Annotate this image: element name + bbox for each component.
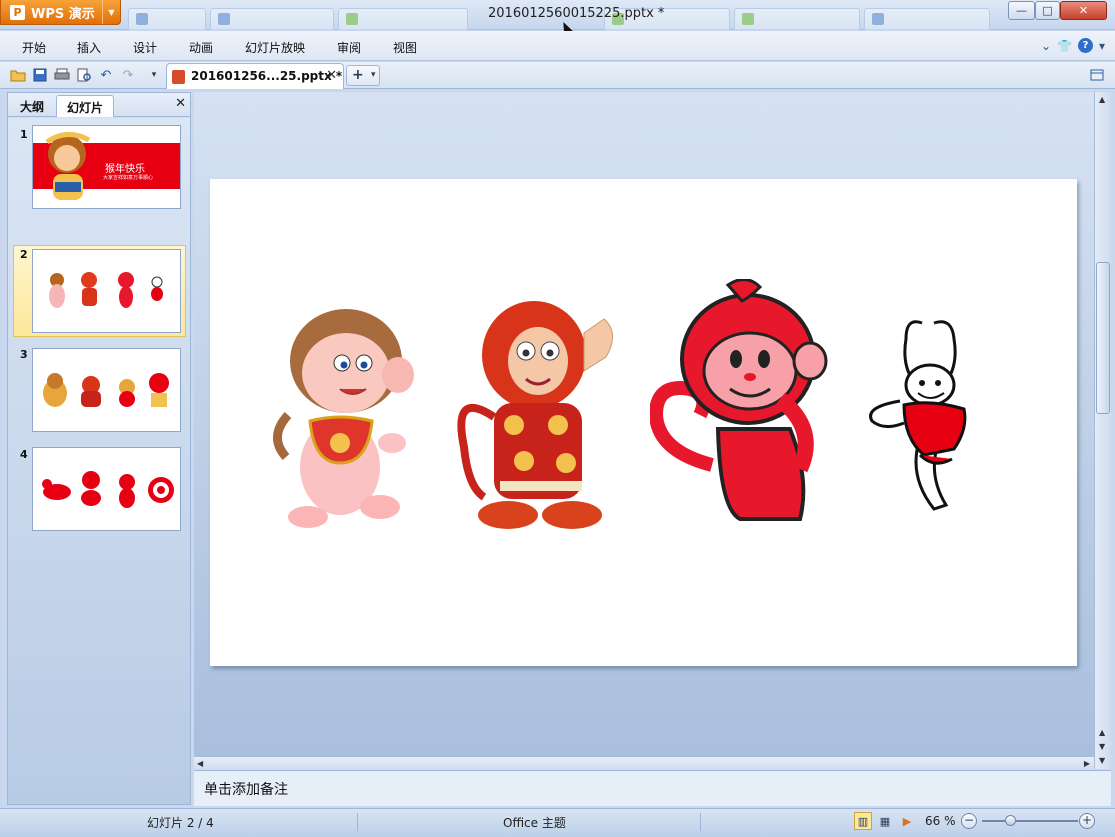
slide-counter: 幻灯片 2 / 4: [147, 816, 214, 830]
menu-animation[interactable]: 动画: [189, 39, 213, 56]
background-window-tab[interactable]: [128, 8, 206, 30]
menu-design[interactable]: 设计: [133, 39, 157, 56]
chevron-down-icon[interactable]: ⌄: [1041, 39, 1051, 53]
thumbnail-number: 1: [20, 128, 28, 141]
minimize-button[interactable]: —: [1008, 1, 1035, 20]
menu-insert[interactable]: 插入: [77, 39, 101, 56]
zoom-slider-thumb[interactable]: [1005, 815, 1016, 826]
chevron-down-icon[interactable]: ▾: [1099, 39, 1105, 53]
scroll-down-icon[interactable]: ▼: [1099, 742, 1105, 751]
undo-icon[interactable]: ↶: [98, 67, 114, 83]
background-window-tab[interactable]: [864, 8, 990, 30]
slide-panel: 大纲 幻灯片 ✕ 1 猴年快乐 大家吉祥如意万事顺心 2 3 4: [7, 92, 191, 805]
menu-slideshow[interactable]: 幻灯片放映: [245, 39, 305, 56]
vertical-scroll-thumb[interactable]: [1096, 262, 1110, 414]
tab-slides[interactable]: 幻灯片: [56, 95, 115, 117]
close-window-button[interactable]: ✕: [1060, 1, 1107, 20]
theme-name: Office 主题: [503, 816, 566, 830]
scroll-down-icon[interactable]: ▼: [1099, 756, 1105, 765]
dancing-monkey-image[interactable]: [864, 319, 979, 514]
chevron-down-icon[interactable]: ▾: [371, 70, 376, 80]
notes-pane[interactable]: 单击添加备注: [194, 770, 1111, 806]
status-divider: [700, 813, 701, 831]
app-name-label: WPS 演示: [31, 6, 95, 22]
slide-thumbnail-3[interactable]: [32, 348, 181, 432]
baby-monkey-image[interactable]: [268, 297, 418, 532]
slide-thumbnail-1[interactable]: 猴年快乐 大家吉祥如意万事顺心: [32, 125, 181, 209]
slide-sorter-icon[interactable]: ▦: [876, 812, 894, 830]
wps-app-menu-button[interactable]: P WPS 演示 ▼: [0, 0, 121, 25]
print-preview-icon[interactable]: [76, 67, 92, 83]
menu-right-tools: ⌄ 👕 ? ▾: [1041, 38, 1105, 53]
close-icon[interactable]: ✕: [175, 96, 186, 111]
title-bar: P WPS 演示 ▼ 2016012560015225.pptx * — □ ✕: [0, 0, 1115, 42]
document-tab-label: 201601256...25.pptx *: [191, 69, 343, 83]
redo-icon[interactable]: ↷: [120, 67, 136, 83]
wps-logo-icon: P: [10, 4, 25, 20]
menu-bar: 开始 插入 设计 动画 幻灯片放映 审阅 视图 ⌄ 👕 ? ▾: [0, 31, 1115, 61]
normal-view-icon[interactable]: ▥: [854, 812, 872, 830]
plus-icon: +: [352, 67, 364, 83]
ppt-file-icon: [172, 70, 185, 84]
close-icon[interactable]: ✕: [326, 68, 337, 83]
background-window-tab[interactable]: [338, 8, 468, 30]
customize-toolbar-icon[interactable]: ▾: [146, 67, 162, 83]
thumbnail-list: 1 猴年快乐 大家吉祥如意万事顺心 2 3 4: [8, 118, 190, 804]
scroll-up-icon[interactable]: ▲: [1099, 728, 1105, 737]
tab-outline[interactable]: 大纲: [10, 95, 54, 117]
document-tab[interactable]: 201601256...25.pptx * ✕: [166, 63, 344, 89]
slide-thumbnail-2[interactable]: [32, 249, 181, 333]
zoom-in-button[interactable]: +: [1079, 813, 1095, 829]
thumbnail-caption: 猴年快乐: [105, 164, 145, 175]
slideshow-icon[interactable]: ▶: [898, 812, 916, 830]
vertical-scrollbar[interactable]: ▲ ▲ ▼ ▼: [1094, 92, 1111, 769]
horizontal-scrollbar[interactable]: ◀ ▶: [194, 756, 1094, 770]
print-icon[interactable]: [54, 67, 70, 83]
background-window-tab[interactable]: [210, 8, 334, 30]
traditional-costume-monkey-image[interactable]: [454, 297, 624, 529]
help-icon[interactable]: ?: [1077, 38, 1093, 53]
zoom-slider-track[interactable]: [982, 820, 1078, 822]
notes-placeholder[interactable]: 单击添加备注: [204, 779, 288, 799]
slide-edit-area: [194, 92, 1094, 756]
scroll-up-icon[interactable]: ▲: [1099, 95, 1105, 104]
document-title: 2016012560015225.pptx *: [488, 6, 665, 21]
current-slide-canvas[interactable]: [210, 179, 1077, 666]
menu-view[interactable]: 视图: [393, 39, 417, 56]
save-icon[interactable]: [32, 67, 48, 83]
thumbnail-number: 3: [20, 348, 28, 361]
thumbnail-subcaption: 大家吉祥如意万事顺心: [103, 175, 154, 181]
slide-panel-tabs: 大纲 幻灯片 ✕: [8, 93, 190, 117]
open-folder-icon[interactable]: [10, 67, 26, 83]
new-tab-button[interactable]: + ▾: [346, 65, 380, 86]
maximize-button[interactable]: □: [1035, 1, 1060, 20]
status-divider: [357, 813, 358, 831]
zoom-level: 66 %: [925, 814, 956, 828]
thumbnail-number: 4: [20, 448, 28, 461]
scroll-right-icon[interactable]: ▶: [1084, 759, 1090, 768]
cartoon-monkey-image[interactable]: [650, 279, 835, 529]
slide-thumbnail-4[interactable]: [32, 447, 181, 531]
panel-toggle-icon[interactable]: [1089, 67, 1105, 83]
scroll-left-icon[interactable]: ◀: [197, 759, 203, 768]
background-window-tab[interactable]: [734, 8, 860, 30]
shirt-skin-icon[interactable]: 👕: [1057, 39, 1072, 53]
zoom-out-button[interactable]: −: [961, 813, 977, 829]
quick-access-toolbar: ↶ ↷ ▾ 201601256...25.pptx * ✕ + ▾: [0, 62, 1115, 89]
status-bar: 幻灯片 2 / 4 Office 主题 ▥ ▦ ▶ 66 % − +: [0, 808, 1115, 837]
chevron-down-icon[interactable]: ▼: [102, 0, 120, 24]
menu-review[interactable]: 审阅: [337, 39, 361, 56]
menu-home[interactable]: 开始: [22, 39, 46, 56]
thumbnail-number: 2: [20, 248, 28, 261]
